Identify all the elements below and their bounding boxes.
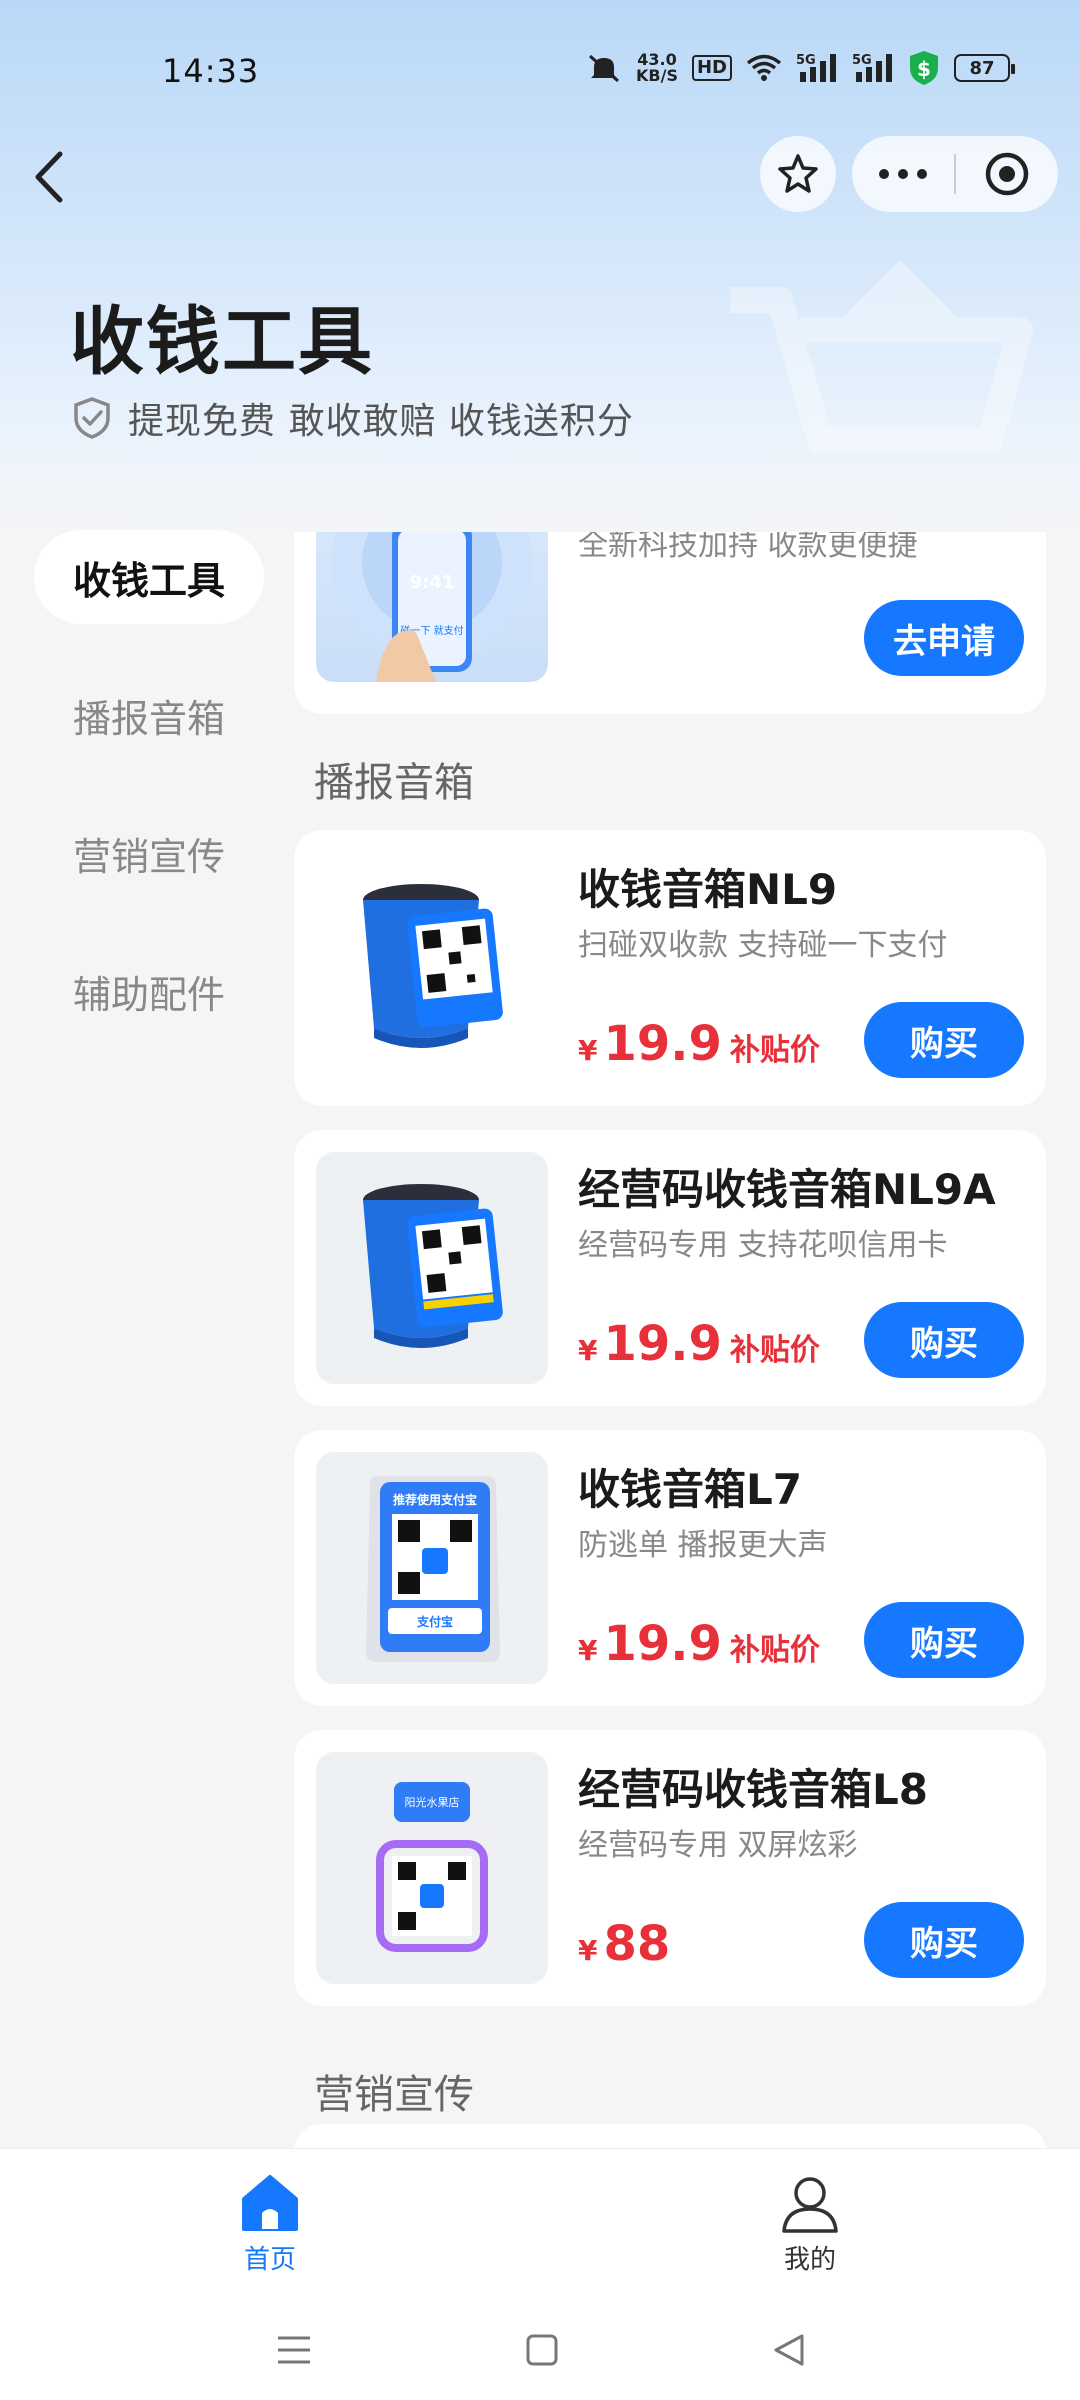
speaker-l8-illustration: 阳光水果店	[366, 1769, 502, 1966]
favorite-button[interactable]	[760, 136, 836, 212]
signal-2-label: 5G	[852, 53, 872, 68]
square-icon	[526, 2334, 558, 2366]
device-top-text: 推荐使用支付宝	[393, 1492, 477, 1507]
product-image: 推荐使用支付宝 支付宝	[316, 1452, 548, 1684]
sidebar-item-tools[interactable]: 收钱工具	[34, 530, 264, 624]
product-card[interactable]: 收钱音箱NL9 扫碰双收款 支持碰一下支付 ¥ 19.9 补贴价 购买	[294, 830, 1046, 1106]
miniapp-capsule	[852, 136, 1058, 212]
product-desc: 防逃单 播报更大声	[578, 1528, 828, 1563]
mute-icon	[586, 53, 622, 83]
system-navigation-bar	[0, 2298, 1080, 2400]
product-card[interactable]: 经营码收钱音箱NL9A 经营码专用 支持花呗信用卡 ¥ 19.9 补贴价 购买	[294, 1130, 1046, 1406]
speaker-nl9-illustration	[363, 884, 503, 1048]
currency-symbol: ¥	[578, 1034, 598, 1067]
target-icon	[985, 152, 1029, 196]
more-button[interactable]	[852, 136, 954, 212]
sidebar-item-marketing[interactable]: 营销宣传	[34, 806, 264, 900]
shield-check-icon	[74, 397, 110, 439]
subtitle-row: 提现免费 敢收敢赔 收钱送积分	[70, 392, 634, 444]
sidebar-item-accessories[interactable]: 辅助配件	[34, 944, 264, 1038]
product-desc: 扫碰双收款 支持碰一下支付	[578, 928, 948, 963]
tab-mine-label: 我的	[783, 2245, 836, 2275]
device-brand: 支付宝	[416, 1614, 453, 1629]
triangle-back-icon	[774, 2334, 804, 2366]
product-card[interactable]: 阳光水果店 经营码收钱音箱L8 经营码专用 双屏炫彩 ¥ 88 购买	[294, 1730, 1046, 2006]
signal-icon-2: 5G	[852, 52, 894, 84]
back-system-button[interactable]	[760, 2322, 820, 2378]
product-price: ¥ 19.9 补贴价	[578, 1316, 820, 1372]
currency-symbol: ¥	[578, 1634, 598, 1667]
net-speed-unit: KB/S	[636, 66, 678, 85]
price-value: 19.9	[603, 1016, 722, 1072]
back-button[interactable]	[22, 142, 82, 212]
product-image: 阳光水果店	[316, 1752, 548, 1984]
user-icon	[782, 2177, 838, 2233]
product-card-partial[interactable]	[294, 2124, 1046, 2148]
device-top-text: 阳光水果店	[405, 1795, 460, 1809]
buy-button[interactable]: 购买	[864, 1902, 1024, 1978]
price-value: 19.9	[603, 1616, 722, 1672]
product-image	[316, 1152, 548, 1384]
svg-text:$: $	[917, 57, 931, 81]
price-tag: 补贴价	[729, 1633, 820, 1668]
product-desc: 经营码专用 支持花呗信用卡	[578, 1228, 948, 1263]
more-icon	[879, 169, 927, 179]
product-price: ¥ 19.9 补贴价	[578, 1616, 820, 1672]
close-miniapp-button[interactable]	[956, 136, 1058, 212]
star-icon	[778, 154, 818, 193]
wifi-icon	[746, 54, 782, 82]
product-title: 经营码收钱音箱L8	[578, 1765, 928, 1814]
recent-apps-button[interactable]	[264, 2322, 324, 2378]
product-desc: 经营码专用 双屏炫彩	[578, 1828, 858, 1863]
shopping-cart-decoration-icon	[730, 260, 1033, 453]
tab-home[interactable]: 首页	[200, 2173, 340, 2276]
buy-button[interactable]: 购买	[864, 1302, 1024, 1378]
product-list: 9:41 碰一下 就支付 全新科技加持 收款更便捷 去申请 播报音箱 收钱音箱N…	[294, 532, 1046, 2148]
price-value: 88	[603, 1916, 671, 1972]
price-tag: 补贴价	[729, 1033, 820, 1068]
tap-to-pay-illustration: 9:41 碰一下 就支付	[332, 532, 532, 682]
section-label-speakers: 播报音箱	[314, 760, 474, 806]
product-image	[316, 852, 548, 1084]
chevron-left-icon	[35, 151, 63, 203]
speaker-nl9a-illustration	[363, 1184, 503, 1348]
price-tag: 补贴价	[729, 1333, 820, 1368]
home-icon	[242, 2175, 298, 2231]
network-speed: 43.0 KB/S	[636, 52, 678, 84]
currency-symbol: ¥	[578, 1334, 598, 1367]
tap-pay-image: 9:41 碰一下 就支付	[316, 532, 548, 682]
phone-time: 9:41	[410, 572, 455, 593]
product-price: ¥ 88	[578, 1916, 670, 1972]
apply-card-desc: 全新科技加持 收款更便捷	[578, 532, 918, 563]
apply-card: 9:41 碰一下 就支付 全新科技加持 收款更便捷 去申请	[294, 532, 1046, 714]
sidebar-item-speakers[interactable]: 播报音箱	[34, 668, 264, 762]
status-bar: 14:33 43.0 KB/S HD 5G 5G $ 87	[0, 40, 1080, 104]
status-icons: 43.0 KB/S HD 5G 5G $ 87	[586, 50, 1015, 86]
tab-mine[interactable]: 我的	[740, 2173, 880, 2276]
battery-indicator: 87	[954, 54, 1015, 82]
section-label-marketing: 营销宣传	[314, 2072, 474, 2118]
home-system-button[interactable]	[512, 2322, 572, 2378]
price-value: 19.9	[603, 1316, 722, 1372]
buy-button[interactable]: 购买	[864, 1602, 1024, 1678]
menu-icon	[278, 2336, 310, 2364]
product-title: 经营码收钱音箱NL9A	[578, 1165, 996, 1214]
signal-icon-1: 5G	[796, 52, 838, 84]
apply-button[interactable]: 去申请	[864, 600, 1024, 676]
tab-home-label: 首页	[243, 2245, 296, 2275]
subtitle: 提现免费 敢收敢赔 收钱送积分	[128, 401, 634, 442]
product-title: 收钱音箱L7	[578, 1465, 802, 1514]
product-title: 收钱音箱NL9	[578, 865, 838, 914]
status-time: 14:33	[162, 52, 260, 90]
buy-button[interactable]: 购买	[864, 1002, 1024, 1078]
bottom-tab-bar: 首页 我的	[0, 2148, 1080, 2298]
hd-badge: HD	[691, 55, 732, 81]
page-title: 收钱工具	[70, 299, 374, 385]
speaker-l7-illustration: 推荐使用支付宝 支付宝	[366, 1476, 500, 1662]
signal-1-label: 5G	[796, 53, 816, 68]
shield-dollar-icon: $	[908, 50, 940, 86]
currency-symbol: ¥	[578, 1934, 598, 1967]
product-card[interactable]: 推荐使用支付宝 支付宝 收钱音箱L7 防逃单 播报更大声 ¥ 19.9 补贴价 …	[294, 1430, 1046, 1706]
product-price: ¥ 19.9 补贴价	[578, 1016, 820, 1072]
